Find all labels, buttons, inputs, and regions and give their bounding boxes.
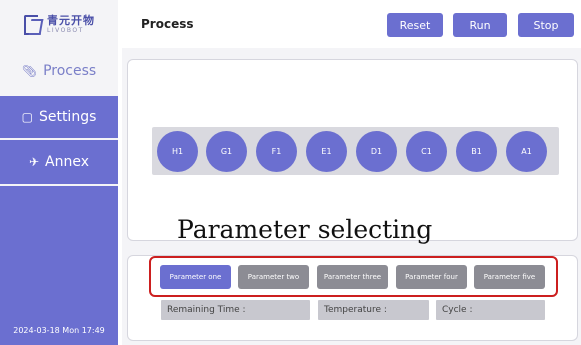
sidebar-item-settings[interactable]: ▢ Settings [0, 96, 118, 138]
parameter-one-button[interactable]: Parameter one [160, 265, 231, 289]
well-d1[interactable]: D1 [356, 131, 397, 172]
well-f1[interactable]: F1 [256, 131, 297, 172]
logo-mark-icon [23, 13, 43, 35]
logo-text-en: LIVOBOT [47, 26, 84, 34]
sidebar-item-label: Settings [38, 109, 97, 125]
stop-button[interactable]: Stop [518, 13, 574, 37]
plane-icon: ✈︎ [28, 155, 40, 169]
datetime: 2024-03-18 Mon 17:49 [13, 326, 105, 335]
well-a1[interactable]: A1 [506, 131, 547, 172]
remaining-time-readout: Remaining Time : [161, 300, 310, 320]
sidebar-item-label: Annex [45, 154, 90, 170]
well-g1[interactable]: G1 [206, 131, 247, 172]
cycle-readout: Cycle : [436, 300, 545, 320]
header: Process Reset Run Stop [122, 0, 581, 48]
run-button[interactable]: Run [453, 13, 507, 37]
sidebar-fill [0, 186, 118, 345]
settings-icon: ▢ [21, 110, 33, 124]
sidebar-item-annex[interactable]: ✈︎ Annex [0, 140, 118, 184]
temperature-readout: Temperature : [318, 300, 429, 320]
well-c1[interactable]: C1 [406, 131, 447, 172]
annotation-label: Parameter selecting [177, 215, 433, 244]
well-h1[interactable]: H1 [157, 131, 198, 172]
parameter-three-button[interactable]: Parameter three [317, 265, 388, 289]
sidebar-item-label: Process [43, 63, 97, 79]
parameter-four-button[interactable]: Parameter four [396, 265, 467, 289]
well-e1[interactable]: E1 [306, 131, 347, 172]
well-b1[interactable]: B1 [456, 131, 497, 172]
parameter-five-button[interactable]: Parameter five [474, 265, 545, 289]
reset-button[interactable]: Reset [387, 13, 443, 37]
logo: 青元开物 LIVOBOT [0, 0, 118, 48]
sidebar-item-process[interactable]: 📎︎ Process [0, 51, 118, 91]
logo-text-cn: 青元开物 [47, 13, 95, 27]
paperclip-icon: 📎︎ [21, 64, 38, 78]
page-title: Process [141, 17, 194, 31]
parameter-two-button[interactable]: Parameter two [238, 265, 309, 289]
